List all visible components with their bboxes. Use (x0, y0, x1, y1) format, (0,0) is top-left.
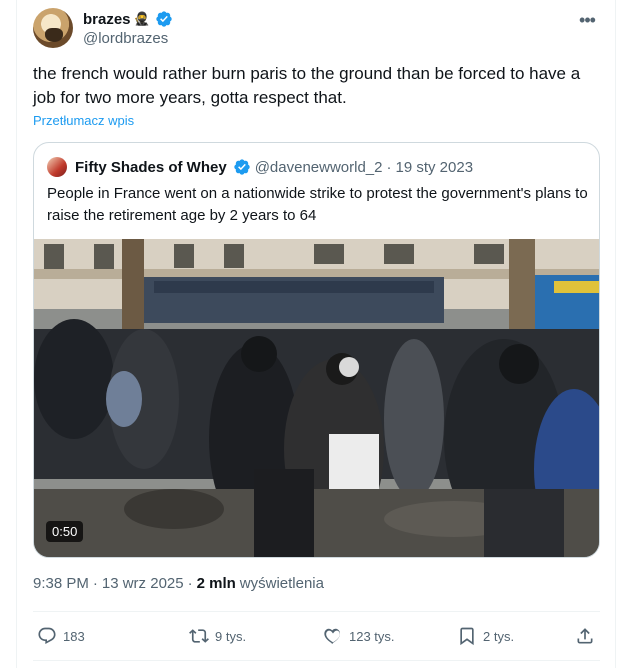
verified-badge-icon[interactable] (155, 10, 173, 28)
quoted-author-name: Fifty Shades of Whey (75, 158, 227, 176)
quoted-author-avatar (47, 157, 67, 177)
repost-button[interactable]: 9 tys. (189, 622, 246, 650)
reply-button[interactable]: 183 (37, 622, 85, 650)
reply-icon (38, 627, 56, 645)
author-name-row: brazes 🥷 (83, 10, 173, 28)
quoted-tweet[interactable]: Fifty Shades of Whey @davenewworld_2 · 1… (33, 142, 600, 558)
tweet-meta: 9:38 PM · 13 wrz 2025 · 2 mln wyświetlen… (33, 575, 324, 592)
video-thumbnail (34, 239, 599, 557)
bookmark-icon (460, 627, 474, 646)
heart-icon (324, 628, 340, 644)
bookmark-button[interactable]: 2 tys. (457, 622, 514, 650)
quoted-verified-badge-icon (234, 159, 250, 175)
author-avatar[interactable] (33, 8, 73, 48)
repost-icon (189, 629, 209, 643)
like-count: 123 tys. (349, 628, 395, 644)
tweet-card: brazes 🥷 @lordbrazes ••• the french woul… (16, 0, 616, 668)
meta-dot: · (187, 575, 193, 592)
divider-bottom (33, 660, 600, 661)
share-button[interactable] (575, 622, 595, 650)
video-duration-badge: 0:50 (46, 521, 84, 542)
views-count: 2 mln (196, 575, 236, 592)
author-display-name[interactable]: brazes (83, 11, 131, 28)
quoted-tweet-header: Fifty Shades of Whey @davenewworld_2 · 1… (47, 157, 473, 177)
like-button[interactable]: 123 tys. (323, 622, 395, 650)
repost-count: 9 tys. (215, 628, 247, 644)
quoted-separator: · (386, 158, 392, 176)
translate-post-link[interactable]: Przetłumacz wpis (33, 113, 134, 128)
meta-separator: · (92, 575, 98, 592)
tweet-text: the french would rather burn paris to th… (33, 64, 581, 107)
bookmark-count: 2 tys. (483, 628, 515, 644)
share-icon (577, 628, 593, 644)
author-handle[interactable]: @lordbrazes (83, 30, 168, 47)
divider-top (33, 611, 600, 612)
post-date[interactable]: 13 wrz 2025 (102, 575, 184, 592)
quoted-author-handle: @davenewworld_2 (254, 158, 383, 176)
post-time[interactable]: 9:38 PM (33, 575, 89, 592)
ninja-emoji-icon: 🥷 (133, 11, 150, 26)
more-options-icon[interactable]: ••• (573, 6, 601, 34)
quoted-date: 19 sty 2023 (395, 158, 474, 176)
action-bar: 183 9 tys. 123 tys. 2 tys. (37, 622, 597, 650)
quoted-tweet-text: People in France went on a nationwide st… (47, 185, 588, 224)
reply-count: 183 (63, 628, 85, 644)
views-label: wyświetlenia (239, 575, 324, 592)
video-player[interactable]: 0:50 (34, 239, 599, 557)
